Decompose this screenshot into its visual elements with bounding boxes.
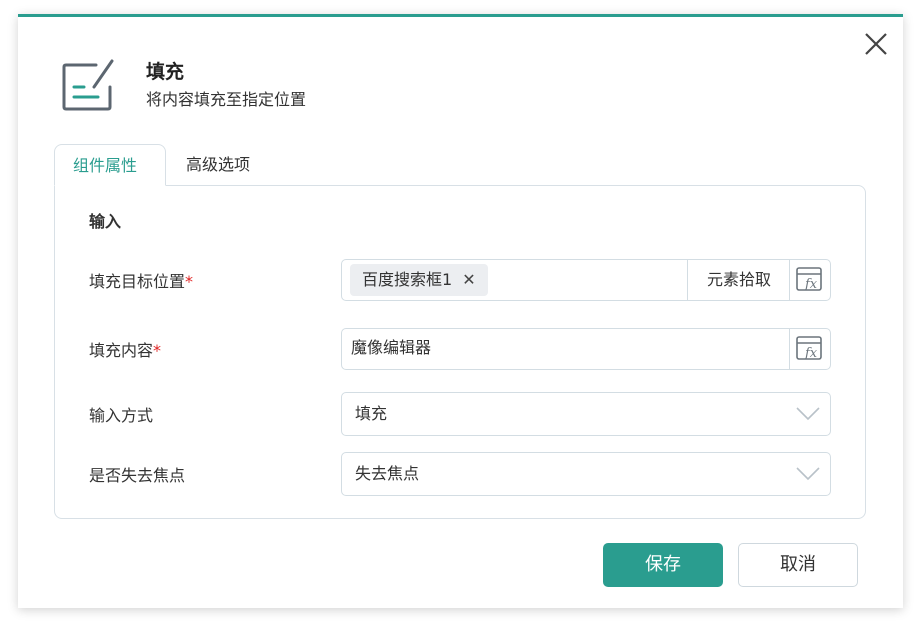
blur-select[interactable]: 失去焦点 [341, 452, 831, 496]
chevron-down-icon [796, 467, 820, 481]
dialog-title: 填充 [146, 61, 185, 83]
content-input[interactable]: 魔像编辑器 fx [341, 328, 831, 370]
fx-icon[interactable]: fx [789, 260, 830, 300]
required-mark: * [153, 341, 162, 360]
svg-text:fx: fx [804, 277, 818, 292]
blur-value: 失去焦点 [355, 464, 420, 483]
fx-icon[interactable]: fx [789, 329, 830, 369]
chevron-down-icon [796, 407, 820, 421]
target-chip: 百度搜索框1 ✕ [350, 264, 488, 296]
element-pick-button[interactable]: 元素拾取 [687, 260, 790, 300]
blur-label: 是否失去焦点 [89, 466, 186, 485]
input-mode-select[interactable]: 填充 [341, 392, 831, 436]
chip-close-icon[interactable]: ✕ [462, 270, 475, 289]
dialog: 填充 将内容填充至指定位置 组件属性 高级选项 输入 填充目标位置* 百度搜索框… [18, 14, 903, 608]
properties-panel: 输入 填充目标位置* 百度搜索框1✕ 元素拾取 fx 填充内容* 魔像编辑器 [54, 185, 866, 519]
content-label-text: 填充内容 [89, 341, 154, 360]
content-value[interactable]: 魔像编辑器 [351, 329, 431, 367]
input-mode-label: 输入方式 [89, 406, 154, 425]
target-label-text: 填充目标位置 [89, 272, 186, 291]
close-icon[interactable] [863, 31, 889, 57]
dialog-subtitle: 将内容填充至指定位置 [146, 90, 307, 109]
target-chip-label: 百度搜索框1 [362, 270, 453, 289]
save-button[interactable]: 保存 [603, 543, 723, 587]
cancel-button[interactable]: 取消 [738, 543, 858, 587]
edit-fill-icon [60, 57, 118, 115]
section-title: 输入 [89, 212, 122, 231]
tab-component-properties[interactable]: 组件属性 [54, 144, 166, 186]
target-label: 填充目标位置* [89, 268, 193, 292]
input-mode-value: 填充 [355, 404, 388, 423]
required-mark: * [185, 272, 194, 291]
target-field[interactable]: 百度搜索框1 ✕ 元素拾取 fx [341, 259, 831, 301]
tab-advanced-options[interactable]: 高级选项 [168, 144, 268, 186]
content-label: 填充内容* [89, 337, 161, 361]
svg-text:fx: fx [804, 346, 818, 361]
